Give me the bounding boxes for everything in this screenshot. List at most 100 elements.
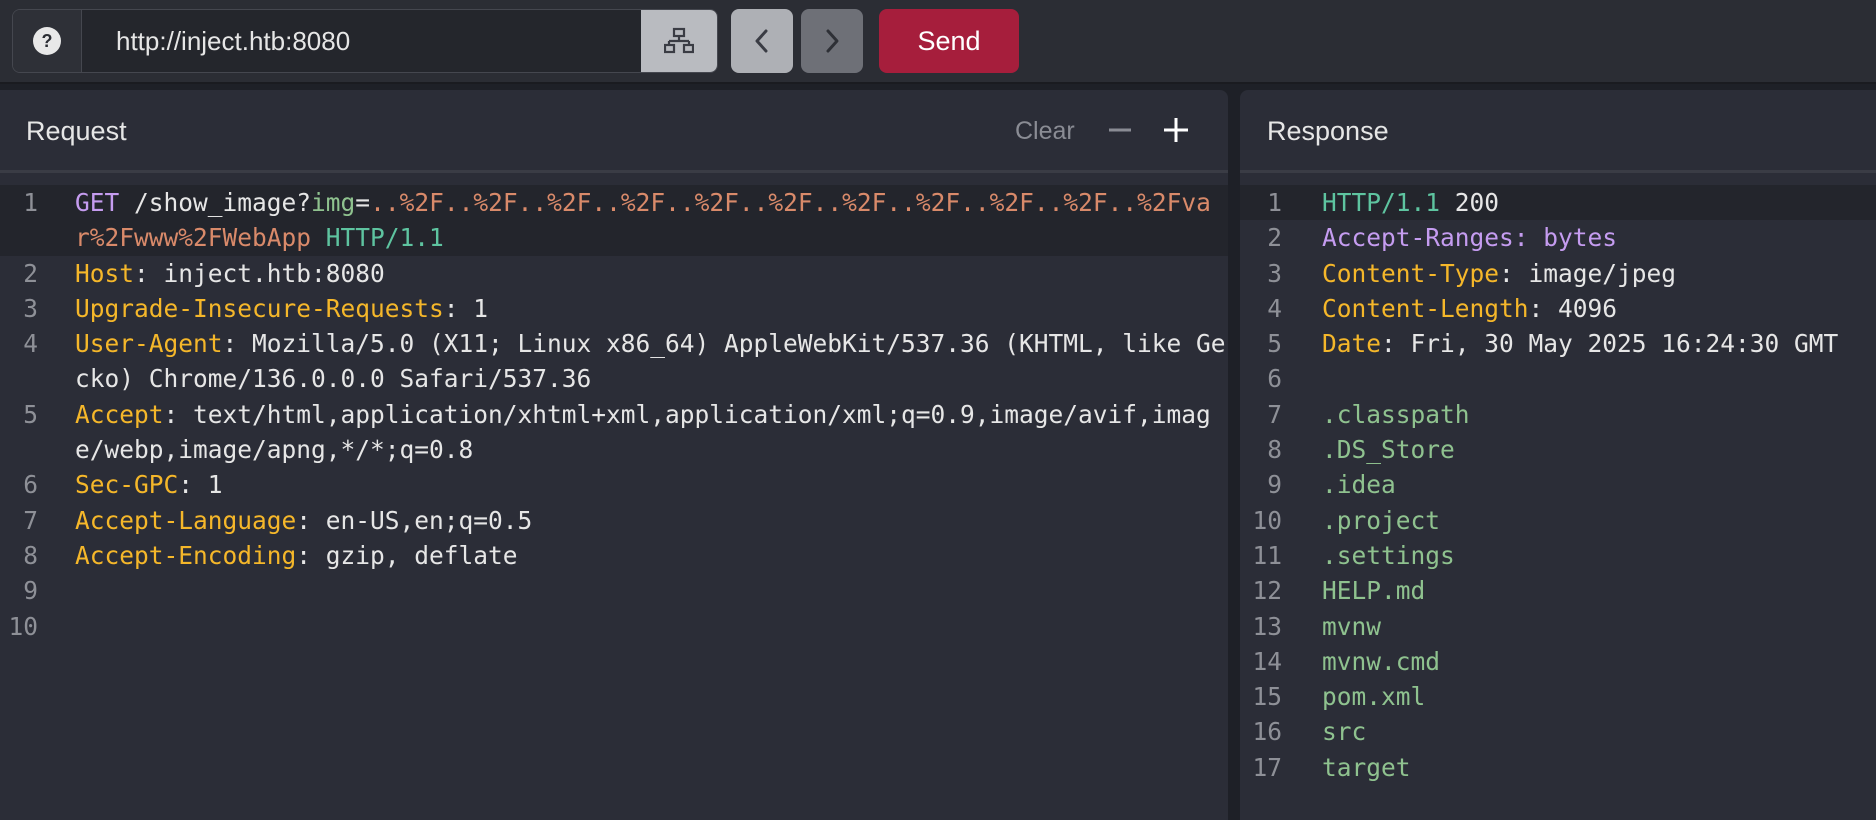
header-name: Accept-Encoding [75, 540, 297, 570]
body-line: 11 .settings [1240, 538, 1876, 573]
http-protocol: HTTP/1.1 [1322, 188, 1441, 217]
status-line-text: HTTP/1.1 200 [1282, 185, 1876, 220]
toolbar: ? Send [0, 0, 1876, 84]
body-entry: .settings [1322, 540, 1455, 570]
body-entry: src [1322, 717, 1367, 747]
status-line: 1 HTTP/1.1 200 [1240, 185, 1876, 221]
network-button[interactable] [641, 10, 717, 72]
blank-line: 9 [0, 573, 1228, 608]
header-line: 5 Accept: text/html,application/xhtml+xml… [0, 397, 1228, 468]
header-value: : inject.htb:8080 [134, 258, 385, 288]
line-number: 10 [1252, 505, 1282, 535]
status-code: 200 [1440, 188, 1500, 217]
network-icon [664, 27, 694, 54]
body-line: 10 .project [1240, 503, 1876, 538]
http-method: GET [75, 188, 120, 217]
header-value: : 1 [178, 470, 223, 500]
request-title: Request [26, 116, 127, 146]
header-line: 2 Accept-Ranges: bytes [1240, 220, 1876, 255]
url-group: ? [12, 9, 718, 73]
header-value: : Fri, 30 May 2025 16:24:30 GMT [1381, 329, 1839, 359]
header-name: Sec-GPC [75, 470, 179, 500]
header-name: Accept-Language [75, 505, 297, 535]
line-number: 1 [23, 188, 38, 217]
line-number: 16 [1252, 717, 1282, 747]
header-value: : gzip, deflate [296, 540, 518, 570]
accept-ranges-header: Accept-Ranges: bytes [1322, 223, 1618, 253]
forward-button[interactable] [801, 9, 863, 73]
body-entry: .idea [1322, 470, 1396, 500]
line-number: 6 [23, 470, 38, 500]
body-entry: .project [1322, 505, 1441, 535]
line-number: 7 [23, 505, 38, 535]
line-number: 5 [23, 399, 38, 429]
line-number: 14 [1252, 646, 1282, 676]
line-number: 10 [8, 611, 38, 641]
response-panel: Response 1 HTTP/1.1 200 2 Accept-Ranges:… [1240, 90, 1876, 820]
header-name: Upgrade-Insecure-Requests [75, 293, 444, 323]
header-name: Content-Type [1322, 258, 1500, 288]
body-entry: mvnw.cmd [1322, 646, 1441, 676]
body-line: 17 target [1240, 750, 1876, 785]
header-line: 4 User-Agent: Mozilla/5.0 (X11; Linux x86… [0, 326, 1228, 397]
line-number: 2 [23, 258, 38, 288]
request-panel: Request Clear 1 GET /show_image?img=..%2… [0, 90, 1228, 820]
header-value: : 1 [443, 293, 489, 323]
line-number: 4 [23, 329, 38, 359]
header-name: Date [1322, 329, 1382, 359]
plus-icon [1164, 118, 1188, 142]
help-icon: ? [33, 27, 61, 55]
line-number: 12 [1252, 576, 1282, 606]
header-name: Accept [75, 399, 164, 429]
header-line: 5 Date: Fri, 30 May 2025 16:24:30 GMT [1240, 326, 1876, 361]
request-editor[interactable]: 1 GET /show_image?img=..%2F..%2F..%2F..%… [0, 185, 1228, 644]
response-title: Response [1267, 116, 1389, 146]
query-param-name: img [311, 188, 356, 217]
query-equals: = [355, 188, 371, 217]
line-number: 15 [1252, 682, 1282, 712]
body-line: 16 src [1240, 714, 1876, 749]
line-number: 3 [1267, 258, 1282, 288]
line-number: 5 [1267, 329, 1282, 359]
body-entry: mvnw [1322, 611, 1382, 641]
clear-button[interactable]: Clear [1015, 117, 1075, 146]
zoom-in-button[interactable] [1162, 110, 1190, 150]
back-button[interactable] [731, 9, 793, 73]
body-line: 12 HELP.md [1240, 573, 1876, 608]
help-button[interactable]: ? [13, 10, 82, 72]
response-viewer[interactable]: 1 HTTP/1.1 200 2 Accept-Ranges: bytes 3 C… [1240, 185, 1876, 785]
minus-icon [1109, 128, 1131, 132]
response-header: Response [1240, 90, 1876, 173]
header-line: 8 Accept-Encoding: gzip, deflate [0, 538, 1228, 573]
body-entry: pom.xml [1322, 682, 1426, 712]
chevron-right-icon [826, 29, 839, 53]
chevron-left-icon [755, 29, 768, 53]
url-input[interactable] [82, 10, 652, 72]
blank-line: 10 [0, 609, 1228, 644]
line-number: 8 [23, 540, 38, 570]
line-number: 6 [1267, 364, 1282, 394]
body-entry: .classpath [1322, 399, 1470, 429]
line-number: 9 [1267, 470, 1282, 500]
zoom-out-button[interactable] [1108, 110, 1132, 150]
header-name: User-Agent [75, 329, 223, 359]
header-line: 3 Upgrade-Insecure-Requests: 1 [0, 291, 1228, 326]
send-button[interactable]: Send [879, 9, 1019, 73]
body-line: 15 pom.xml [1240, 679, 1876, 714]
request-path: /show_image? [119, 188, 312, 217]
line-number: 11 [1252, 540, 1282, 570]
line-number: 3 [23, 293, 38, 323]
header-name: Content-Length [1322, 293, 1529, 323]
header-name: Host [75, 258, 135, 288]
http-protocol: HTTP/1.1 [311, 223, 444, 253]
line-number: 17 [1252, 752, 1282, 782]
request-line: 1 GET /show_image?img=..%2F..%2F..%2F..%… [0, 185, 1228, 256]
body-line: 8 .DS_Store [1240, 432, 1876, 467]
request-header: Request Clear [0, 90, 1228, 173]
blank-line: 6 [1240, 361, 1876, 396]
line-number: 4 [1267, 293, 1282, 323]
header-line: 4 Content-Length: 4096 [1240, 291, 1876, 326]
header-line: 2 Host: inject.htb:8080 [0, 256, 1228, 291]
line-number: 8 [1267, 435, 1282, 465]
body-line: 9 .idea [1240, 467, 1876, 502]
